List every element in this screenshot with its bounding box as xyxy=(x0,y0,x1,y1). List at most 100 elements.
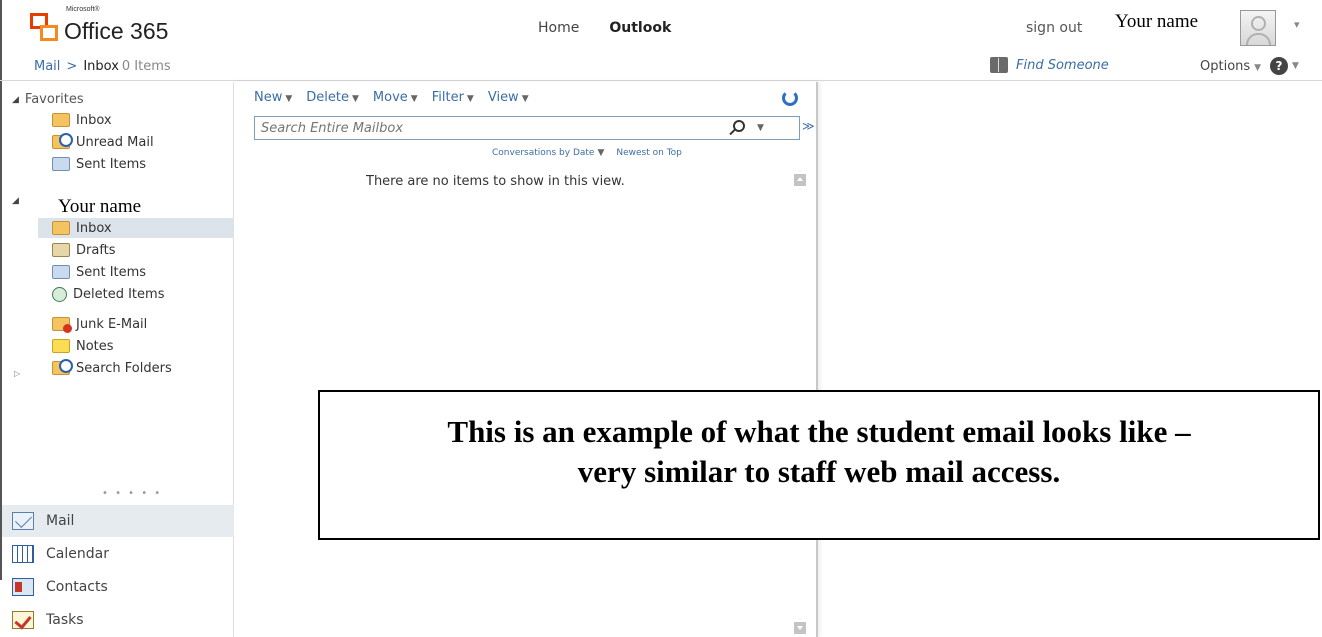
contacts-icon xyxy=(12,578,34,596)
breadcrumb: Mail > Inbox 0 Items xyxy=(34,59,171,74)
resize-grip[interactable]: • • • • • xyxy=(102,488,162,499)
nav-button-label: Mail xyxy=(46,513,75,529)
sidebar-item-label: Search Folders xyxy=(76,360,172,376)
view-button[interactable]: View ▼ xyxy=(488,90,529,105)
nav-calendar-button[interactable]: Calendar xyxy=(2,538,234,570)
favorites-header[interactable]: ◢ Favorites xyxy=(12,92,84,107)
mailbox-header[interactable]: ◢ xyxy=(12,196,19,206)
logo-microsoft-text: Microsoft® xyxy=(66,6,100,13)
sidebar-item-label: Notes xyxy=(76,338,114,354)
address-book-icon xyxy=(990,57,1008,73)
favorites-label: Favorites xyxy=(24,92,84,107)
sidebar-item-deleted-items[interactable]: Deleted Items xyxy=(52,284,232,304)
office-365-logo[interactable]: Microsoft® Office 365 xyxy=(30,6,169,46)
arrange-by-dropdown[interactable]: Conversations by Date ▼ xyxy=(492,148,604,158)
person-icon xyxy=(1251,16,1266,31)
delete-button[interactable]: Delete ▼ xyxy=(306,90,359,105)
find-someone-label: Find Someone xyxy=(1016,57,1109,73)
chevron-down-icon[interactable]: ▼ xyxy=(757,123,764,133)
help-menu[interactable]: ? ▼ xyxy=(1270,57,1299,75)
search-input[interactable] xyxy=(255,117,725,139)
collapse-triangle-icon: ◢ xyxy=(12,94,19,105)
options-label: Options xyxy=(1200,59,1251,74)
search-box[interactable]: ▼ xyxy=(254,116,800,140)
collapse-triangle-icon: ◢ xyxy=(12,196,19,206)
sidebar-item-label: Sent Items xyxy=(76,264,147,280)
scroll-down-arrow-icon[interactable] xyxy=(794,622,806,634)
inbox-folder-icon xyxy=(52,221,70,235)
sidebar-item-inbox[interactable]: Inbox xyxy=(38,218,234,238)
sidebar-item-favorites-sent[interactable]: Sent Items xyxy=(52,154,232,174)
callout-line-2: very similar to staff web mail access. xyxy=(577,454,1061,489)
mailbox-owner-name: Your name xyxy=(42,195,207,219)
sidebar-item-sent-items[interactable]: Sent Items xyxy=(52,262,232,282)
nav-outlook-link[interactable]: Outlook xyxy=(609,20,671,36)
callout-line-1: This is an example of what the student e… xyxy=(447,414,1191,449)
nav-button-label: Calendar xyxy=(46,546,109,562)
top-navigation: Home Outlook xyxy=(538,20,671,36)
sidebar-item-label: Deleted Items xyxy=(73,286,165,302)
sidebar-item-junk-email[interactable]: Junk E-Mail xyxy=(52,314,232,334)
search-folder-icon xyxy=(52,359,73,375)
nav-tasks-button[interactable]: Tasks xyxy=(2,604,234,636)
sent-items-icon xyxy=(52,157,70,171)
sidebar-item-label: Unread Mail xyxy=(76,134,154,150)
refresh-icon[interactable] xyxy=(782,90,798,106)
tasks-icon xyxy=(12,611,34,629)
sent-items-icon xyxy=(52,265,70,279)
nav-button-label: Contacts xyxy=(46,579,108,595)
list-toolbar: New ▼ Delete ▼ Move ▼ Filter ▼ View ▼ xyxy=(254,90,529,105)
drafts-icon xyxy=(52,243,70,257)
sort-bar: Conversations by Date ▼ Newest on Top xyxy=(492,148,682,158)
search-folder-icon xyxy=(52,133,73,149)
empty-list-message: There are no items to show in this view. xyxy=(366,174,625,189)
move-button[interactable]: Move ▼ xyxy=(373,90,418,105)
filter-button[interactable]: Filter ▼ xyxy=(432,90,474,105)
message-list-pane: New▼ Delete▼ Move▼ Filter▼ View▼ ▼ ≫ Con… xyxy=(234,82,818,637)
options-menu[interactable]: Options ▼ xyxy=(1200,59,1261,74)
search-icon[interactable] xyxy=(733,120,745,132)
sidebar-item-label: Sent Items xyxy=(76,156,147,172)
folder-sidebar: ◢ Favorites Inbox Unread Mail Sent Items… xyxy=(2,82,234,637)
sort-order-toggle[interactable]: Newest on Top xyxy=(616,148,682,158)
sidebar-item-label: Drafts xyxy=(76,242,116,258)
mail-icon xyxy=(12,512,34,530)
nav-contacts-button[interactable]: Contacts xyxy=(2,571,234,603)
nav-button-label: Tasks xyxy=(46,612,84,628)
help-icon: ? xyxy=(1270,57,1288,75)
expand-triangle-icon[interactable]: ▷ xyxy=(14,369,20,378)
chevron-down-icon: ▼ xyxy=(1292,61,1299,71)
junk-mail-icon xyxy=(52,317,72,333)
notes-icon xyxy=(52,339,70,353)
item-count: 0 Items xyxy=(121,59,171,74)
chevron-down-icon: ▼ xyxy=(1254,63,1262,73)
logo-product-name: Office 365 xyxy=(64,18,169,44)
scroll-up-arrow-icon[interactable] xyxy=(794,174,806,186)
sidebar-item-favorites-inbox[interactable]: Inbox xyxy=(52,110,232,130)
breadcrumb-mail-link[interactable]: Mail xyxy=(34,59,60,74)
calendar-icon xyxy=(12,545,34,563)
inbox-folder-icon xyxy=(52,113,70,127)
nav-home-link[interactable]: Home xyxy=(538,20,579,36)
sidebar-item-unread-mail[interactable]: Unread Mail xyxy=(52,132,232,152)
sidebar-item-label: Inbox xyxy=(76,112,112,128)
deleted-items-icon xyxy=(52,286,67,302)
breadcrumb-current-folder: Inbox xyxy=(83,59,119,74)
breadcrumb-bar: Mail > Inbox 0 Items Find Someone Options ▼ … xyxy=(0,53,1322,81)
sidebar-item-search-folders[interactable]: Search Folders xyxy=(52,358,232,378)
avatar[interactable] xyxy=(1240,10,1276,46)
sidebar-item-label: Inbox xyxy=(76,220,112,236)
nav-mail-button[interactable]: Mail xyxy=(2,505,234,537)
sign-out-link[interactable]: sign out xyxy=(1026,20,1082,36)
new-button[interactable]: New ▼ xyxy=(254,90,292,105)
sidebar-item-drafts[interactable]: Drafts xyxy=(52,240,232,260)
chevron-down-icon[interactable]: ▾ xyxy=(1294,18,1300,31)
find-someone-button[interactable]: Find Someone xyxy=(990,57,1109,73)
sidebar-item-label: Junk E-Mail xyxy=(76,316,148,332)
office-logo-icon xyxy=(30,13,60,43)
annotation-callout: This is an example of what the student e… xyxy=(318,390,1320,540)
top-header: Microsoft® Office 365 Home Outlook sign … xyxy=(0,0,1322,52)
double-chevron-down-icon[interactable]: ≫ xyxy=(802,119,815,133)
user-display-name: Your name xyxy=(1115,11,1199,32)
sidebar-item-notes[interactable]: Notes xyxy=(52,336,232,356)
